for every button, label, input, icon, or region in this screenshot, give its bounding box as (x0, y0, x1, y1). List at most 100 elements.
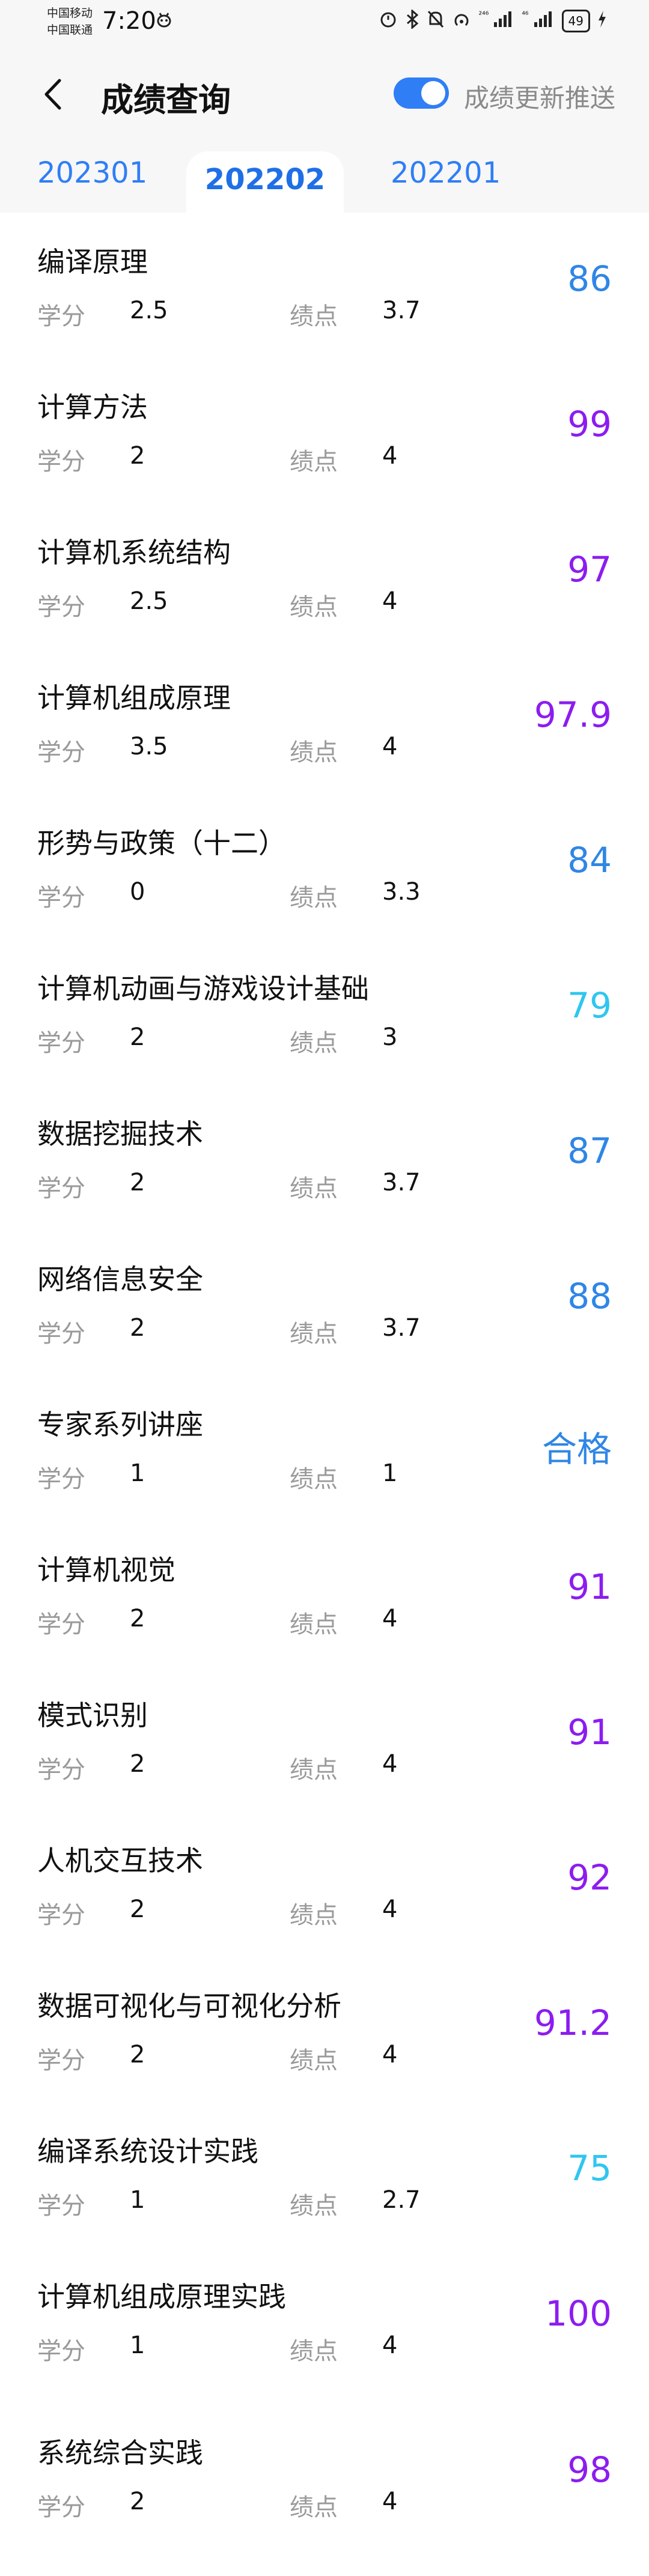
course-row[interactable]: 计算机动画与游戏设计基础 学分 2 绩点 3 79 (0, 939, 649, 1085)
credit-label: 学分 (37, 1320, 85, 1348)
credit-label: 学分 (37, 303, 85, 330)
carrier-2: 中国联通 (47, 23, 93, 37)
credit-label: 学分 (37, 739, 85, 766)
grade-point-label: 绩点 (290, 1465, 338, 1493)
grade-point-label: 绩点 (290, 1756, 338, 1784)
grade-point-label: 绩点 (290, 1611, 338, 1638)
grade-point-value: 4 (382, 1896, 398, 1923)
hotspot-icon (452, 10, 471, 32)
course-row[interactable]: 编译系统设计实践 学分 1 绩点 2.7 75 (0, 2102, 649, 2247)
grade-point-label: 绩点 (290, 884, 338, 912)
grade-point-value: 3.7 (382, 1314, 421, 1342)
grade-point-label: 绩点 (290, 448, 338, 476)
course-row[interactable]: 编译原理 学分 2.5 绩点 3.7 86 (0, 213, 649, 358)
grade-point-value: 4 (382, 2332, 398, 2359)
course-row[interactable]: 计算机组成原理实践 学分 1 绩点 4 100 (0, 2247, 649, 2393)
clock: 7:20 (102, 7, 156, 35)
course-name: 网络信息安全 (37, 1263, 203, 1296)
credit-label: 学分 (37, 2192, 85, 2220)
credit-label: 学分 (37, 1465, 85, 1493)
credit-value: 2.5 (130, 297, 168, 324)
course-name: 专家系列讲座 (37, 1408, 203, 1441)
credit-label: 学分 (37, 448, 85, 476)
course-name: 计算机系统结构 (37, 536, 231, 569)
credit-value: 2 (130, 1896, 145, 1923)
course-row[interactable]: 计算机组成原理 学分 3.5 绩点 4 97.9 (0, 649, 649, 794)
credit-label: 学分 (37, 2494, 85, 2521)
tab-202202[interactable]: 202202 (186, 151, 344, 213)
grade-point-value: 4 (382, 587, 398, 615)
signal-icon-1: ²⁴⁶ (478, 10, 514, 32)
signal-icon-2: ⁴⁶ (522, 10, 554, 32)
course-score: 99 (567, 404, 612, 444)
alarm-icon (379, 10, 398, 32)
course-score: 100 (545, 2293, 612, 2334)
credit-value: 2 (130, 1169, 145, 1196)
back-arrow-icon (44, 79, 61, 110)
course-score: 86 (567, 258, 612, 299)
course-name: 计算机动画与游戏设计基础 (37, 972, 369, 1005)
back-button[interactable] (36, 72, 69, 117)
grade-point-value: 2.7 (382, 2186, 421, 2214)
course-name: 数据挖掘技术 (37, 1118, 203, 1150)
status-bar: 中国移动 中国联通 7:20 ²⁴⁶ ⁴⁶ 49 (0, 0, 649, 49)
course-row[interactable]: 专家系列讲座 学分 1 绩点 1 合格 (0, 1375, 649, 1521)
credit-label: 学分 (37, 593, 85, 621)
carrier-info: 中国移动 中国联通 (47, 5, 93, 38)
credit-value: 2 (130, 1314, 145, 1342)
tab-202201[interactable]: 202201 (391, 156, 501, 190)
course-score: 88 (567, 1276, 612, 1317)
grade-point-label: 绩点 (290, 2047, 338, 2074)
battery-icon: 49 (561, 10, 590, 32)
course-list: 编译原理 学分 2.5 绩点 3.7 86 计算方法 学分 2 绩点 4 99 计算机系统结构 学分 2.5… (0, 213, 649, 2576)
course-row[interactable]: 网络信息安全学分 2 绩点 3.7 88 (0, 1230, 649, 1375)
course-score: 97.9 (534, 694, 612, 735)
course-score: 92 (567, 1857, 612, 1898)
course-name: 数据可视化与可视化分析 (37, 1990, 341, 2022)
grade-point-value: 4 (382, 1750, 398, 1778)
course-row[interactable]: 计算机视觉 学分 2 绩点 4 91 (0, 1521, 649, 1666)
course-score: 87 (567, 1130, 612, 1171)
push-toggle-label: 成绩更新推送 (464, 83, 616, 113)
credit-value: 0 (130, 878, 145, 906)
credit-label: 学分 (37, 1756, 85, 1784)
grade-point-label: 绩点 (290, 1029, 338, 1057)
course-row[interactable]: 人机交互技术 学分 2 绩点 4 92 (0, 1811, 649, 1957)
carrier-1: 中国移动 (47, 7, 93, 20)
course-row[interactable]: 数据可视化与可视化分析 学分 2 绩点 4 91.2 (0, 1957, 649, 2102)
course-name: 系统综合实践 (37, 2437, 203, 2469)
course-row[interactable]: 系统综合实践 学分 2 绩点 4 98 (0, 2404, 649, 2549)
credit-value: 2 (130, 1023, 145, 1051)
course-row[interactable]: 模式识别 学分 2 绩点 4 91 (0, 1666, 649, 1811)
tab-202301[interactable]: 202301 (37, 156, 147, 190)
course-row[interactable]: 形势与政策（十二） 学分 0 绩点 3.3 84 (0, 794, 649, 939)
course-name: 计算机视觉 (37, 1554, 175, 1586)
grade-point-label: 绩点 (290, 2338, 338, 2365)
credit-label: 学分 (37, 1902, 85, 1929)
grade-point-label: 绩点 (290, 739, 338, 766)
credit-value: 2 (130, 1605, 145, 1632)
grade-point-value: 3 (382, 1023, 398, 1051)
app-header: 成绩查询 成绩更新推送 (0, 49, 649, 139)
grade-point-label: 绩点 (290, 2494, 338, 2521)
grade-point-value: 4 (382, 1605, 398, 1632)
grade-point-value: 3.7 (382, 297, 421, 324)
credit-label: 学分 (37, 1029, 85, 1057)
course-row[interactable]: 计算方法 学分 2 绩点 4 99 (0, 358, 649, 503)
grade-point-value: 4 (382, 2041, 398, 2068)
grade-point-value: 4 (382, 2488, 398, 2515)
course-row[interactable]: 计算机系统结构 学分 2.5 绩点 4 97 (0, 503, 649, 649)
course-name: 计算机组成原理 (37, 682, 231, 714)
credit-value: 2.5 (130, 587, 168, 615)
grade-point-label: 绩点 (290, 1320, 338, 1348)
push-toggle[interactable] (394, 77, 449, 109)
credit-label: 学分 (37, 1611, 85, 1638)
term-tabs: 202301 202202 202201 (0, 139, 649, 213)
course-score: 91.2 (534, 2002, 612, 2043)
bluetooth-icon (405, 8, 419, 32)
credit-label: 学分 (37, 884, 85, 912)
credit-value: 2 (130, 2041, 145, 2068)
course-score: 75 (567, 2148, 612, 2189)
course-row[interactable]: 数据挖掘技术 学分 2 绩点 3.7 87 (0, 1085, 649, 1230)
mute-icon (427, 10, 445, 32)
